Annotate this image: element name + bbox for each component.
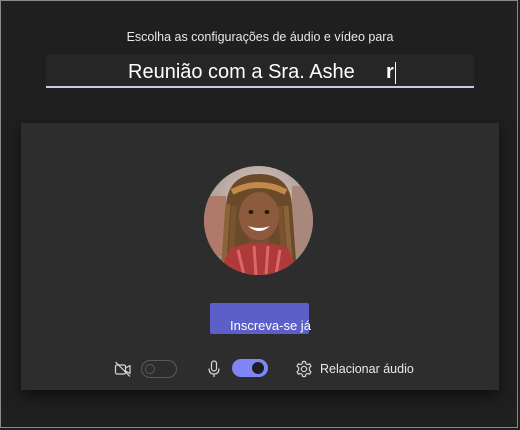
camera-toggle-knob: [145, 364, 155, 374]
join-button[interactable]: Inscreva-se já: [210, 303, 311, 334]
video-preview-panel: Inscreva-se já Relacionar áudio: [21, 123, 499, 390]
meeting-title-field[interactable]: Reunião com a Sra. Ashe r: [46, 54, 474, 88]
camera-toggle[interactable]: [141, 360, 177, 378]
meeting-title: Reunião com a Sra. Ashe: [128, 61, 355, 83]
device-controls: Relacionar áudio: [21, 356, 499, 382]
avatar: [204, 166, 313, 275]
microphone-toggle-knob: [252, 362, 264, 374]
microphone-icon[interactable]: [207, 360, 221, 383]
typed-character: r: [386, 61, 394, 83]
video-off-icon[interactable]: [114, 360, 132, 383]
text-cursor: [395, 62, 396, 84]
gear-icon: [295, 360, 313, 383]
instruction-text: Escolha as configurações de áudio e víde…: [126, 30, 394, 44]
microphone-toggle[interactable]: [232, 359, 268, 377]
join-button-label: Inscreva-se já: [230, 318, 311, 333]
audio-settings-label: Relacionar áudio: [320, 362, 414, 376]
